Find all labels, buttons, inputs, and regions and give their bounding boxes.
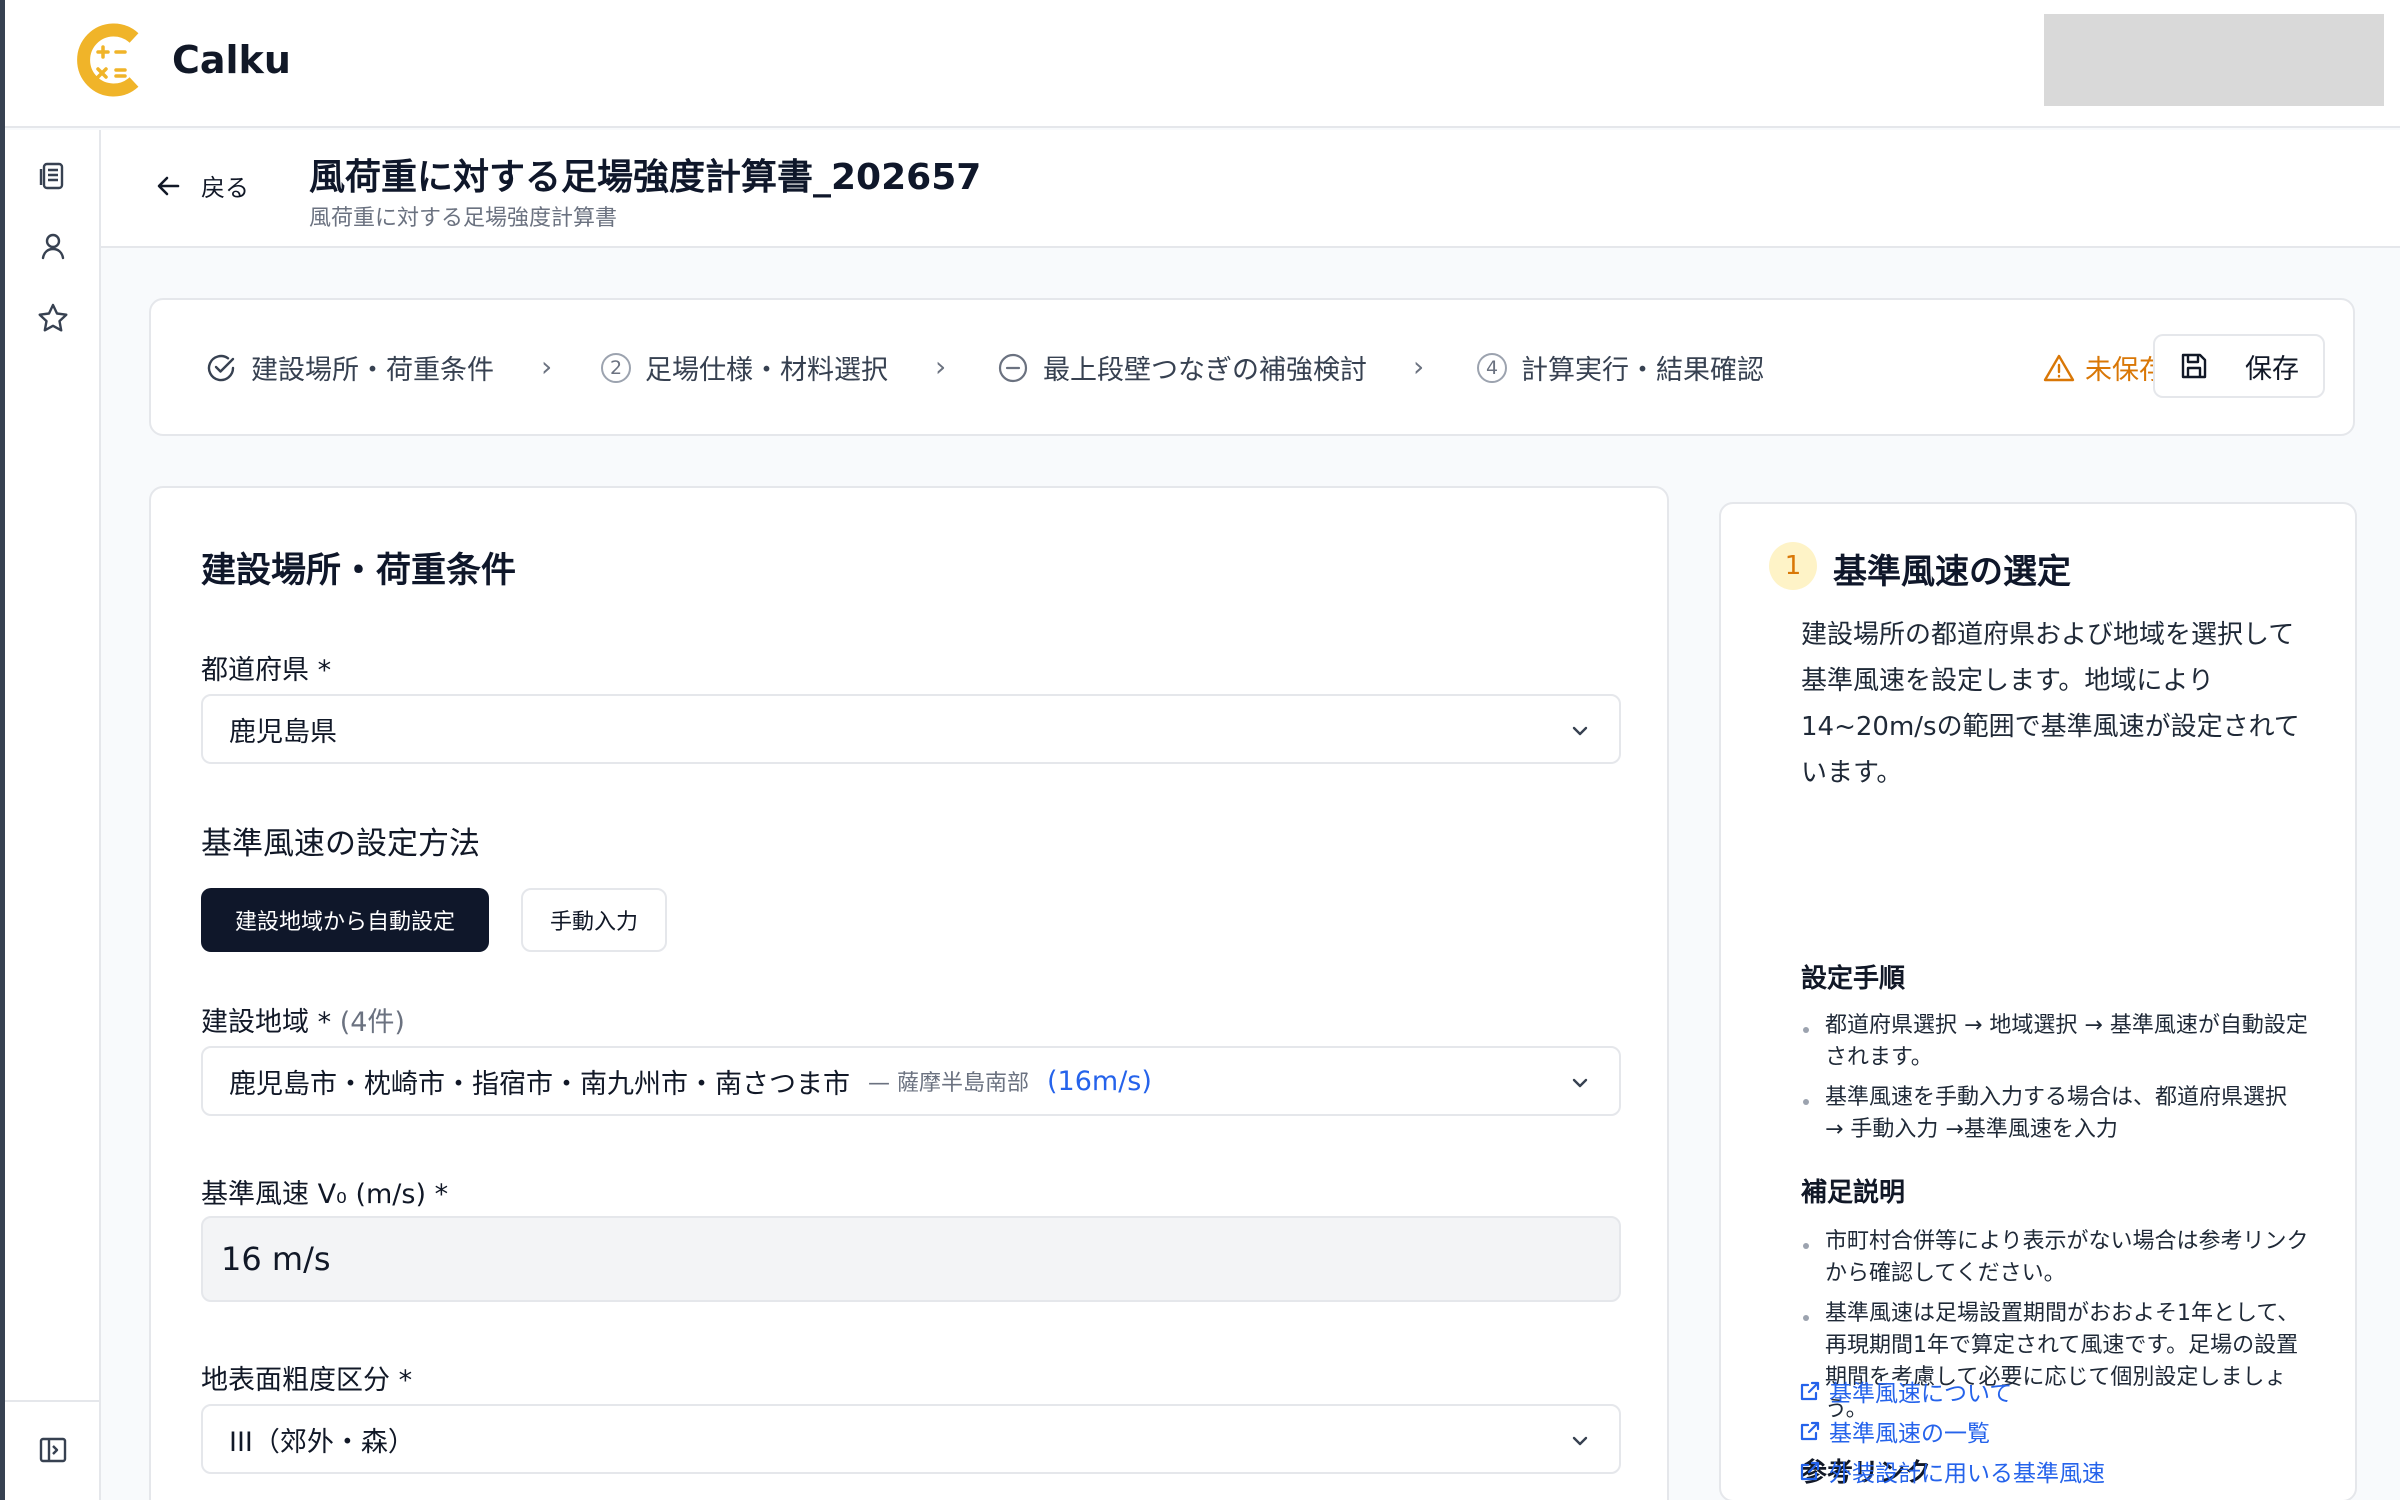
reference-link-label: 基準風速の一覧 [1829,1421,1990,1447]
region-value: 鹿児島市・枕崎市・指宿市・南九州市・南さつま市 [229,1068,850,1100]
help-panel: 1 基準風速の選定 建設場所の都道府県および地域を選択して基準風速を設定します。… [1719,502,2357,1500]
procedure-item: 基準風速を手動入力する場合は、都道府県選択 → 手動入力 →基準風速を入力 [1801,1082,2311,1146]
external-link-icon [1800,1421,1820,1441]
documents-icon[interactable] [35,158,71,194]
auto-set-button[interactable]: 建設地域から自動設定 [201,888,489,952]
external-link-icon [1800,1461,1820,1481]
step-2-number: 2 [601,352,631,383]
notes-heading: 補足説明 [1801,1178,1906,1208]
wind-speed-field[interactable]: 16 m/s [201,1216,1621,1302]
procedure-item: 都道府県選択 → 地域選択 → 基準風速が自動設定されます。 [1801,1010,2311,1074]
region-subarea: — 薩摩半島南部 [868,1071,1029,1096]
roughness-label: 地表面粗度区分 * [201,1365,413,1396]
user-icon[interactable] [35,228,71,264]
app-name: Calku [172,38,291,82]
external-link-icon [1800,1381,1820,1401]
procedure-heading: 設定手順 [1801,964,1906,994]
save-label: 保存 [2245,353,2299,385]
page-title: 風荷重に対する足場強度計算書_202657 [309,157,982,198]
chevron-down-icon [1572,726,1588,736]
save-icon [2181,353,2207,379]
page-subtitle: 風荷重に対する足場強度計算書 [309,206,618,231]
calku-logo-icon[interactable] [72,22,148,98]
step-3-label: 最上段壁つなぎの補強検討 [1043,355,1367,386]
region-speed: (16m/s) [1047,1065,1152,1097]
region-label: 建設地域 * (4件) [201,1000,405,1039]
wind-speed-label: 基準風速 V₀ (m/s) * [201,1179,449,1210]
help-intro: 建設場所の都道府県および地域を選択して基準風速を設定します。地域により14~20… [1801,620,2300,788]
unsaved-status: 未保存 [2043,348,2166,387]
app-header: Calku [0,0,2400,128]
step-indicator: 建設場所・荷重条件 › 2 足場仕様・材料選択 › 最上段壁つなぎの補強検討 ›… [149,298,2355,436]
chevron-right-icon: › [541,350,553,383]
help-title: 基準風速の選定 [1833,552,2071,592]
back-label: 戻る [201,174,249,202]
step-1-label: 建設場所・荷重条件 [251,355,494,386]
side-rail [5,130,101,1500]
help-step-number: 1 [1769,542,1817,590]
note-item: 市町村合併等により表示がない場合は参考リンクから確認してください。 [1801,1226,2311,1290]
chevron-right-icon: › [1413,350,1425,383]
star-icon[interactable] [35,300,71,336]
roughness-select[interactable]: III（郊外・森） [201,1404,1621,1474]
check-circle-icon [207,354,235,381]
step-3[interactable]: 最上段壁つなぎの補強検討 [997,348,1367,387]
load-conditions-form: 建設場所・荷重条件 都道府県 * 鹿児島県 基準風速の設定方法 建設地域から自動… [149,486,1669,1500]
prefecture-value: 鹿児島県 [229,716,337,748]
rail-divider [5,1400,101,1402]
manual-input-button[interactable]: 手動入力 [521,888,667,952]
step-4[interactable]: 4 計算実行・結果確認 [1477,348,1764,387]
reference-link-label: 外装設計に用いる基準風速 [1829,1461,2105,1487]
save-button[interactable]: 保存 [2153,334,2325,398]
method-label: 基準風速の設定方法 [201,826,480,862]
region-select[interactable]: 鹿児島市・枕崎市・指宿市・南九州市・南さつま市 — 薩摩半島南部 (16m/s) [201,1046,1621,1116]
region-count: (4件) [339,1007,405,1038]
step-1[interactable]: 建設場所・荷重条件 [205,348,494,387]
main-content: 戻る 風荷重に対する足場強度計算書_202657 風荷重に対する足場強度計算書 … [101,130,2400,1500]
chevron-down-icon [1572,1078,1588,1088]
prefecture-label: 都道府県 * [201,655,332,686]
user-area[interactable] [2044,14,2384,106]
reference-link[interactable]: 基準風速について [1799,1374,2012,1408]
page-header: 戻る 風荷重に対する足場強度計算書_202657 風荷重に対する足場強度計算書 [101,130,2400,248]
step-4-number: 4 [1477,352,1507,383]
region-label-text: 建設地域 * [201,1007,332,1038]
step-2-label: 足場仕様・材料選択 [645,355,888,386]
sidebar-toggle-icon[interactable] [35,1432,71,1468]
prefecture-select[interactable]: 鹿児島県 [201,694,1621,764]
arrow-left-icon [157,176,180,195]
form-title: 建設場所・荷重条件 [201,551,517,591]
step-2[interactable]: 2 足場仕様・材料選択 [601,348,888,387]
back-button[interactable]: 戻る [155,168,249,203]
roughness-value: III（郊外・森） [229,1426,415,1458]
reference-link-label: 基準風速について [1829,1381,2013,1407]
warning-icon [2043,354,2075,381]
window-edge [0,0,5,1500]
step-4-label: 計算実行・結果確認 [1521,355,1764,386]
reference-link[interactable]: 外装設計に用いる基準風速 [1799,1454,2105,1488]
minus-circle-icon [998,353,1028,382]
chevron-down-icon [1572,1436,1588,1446]
chevron-right-icon: › [935,350,947,383]
reference-link[interactable]: 基準風速の一覧 [1799,1414,1990,1448]
